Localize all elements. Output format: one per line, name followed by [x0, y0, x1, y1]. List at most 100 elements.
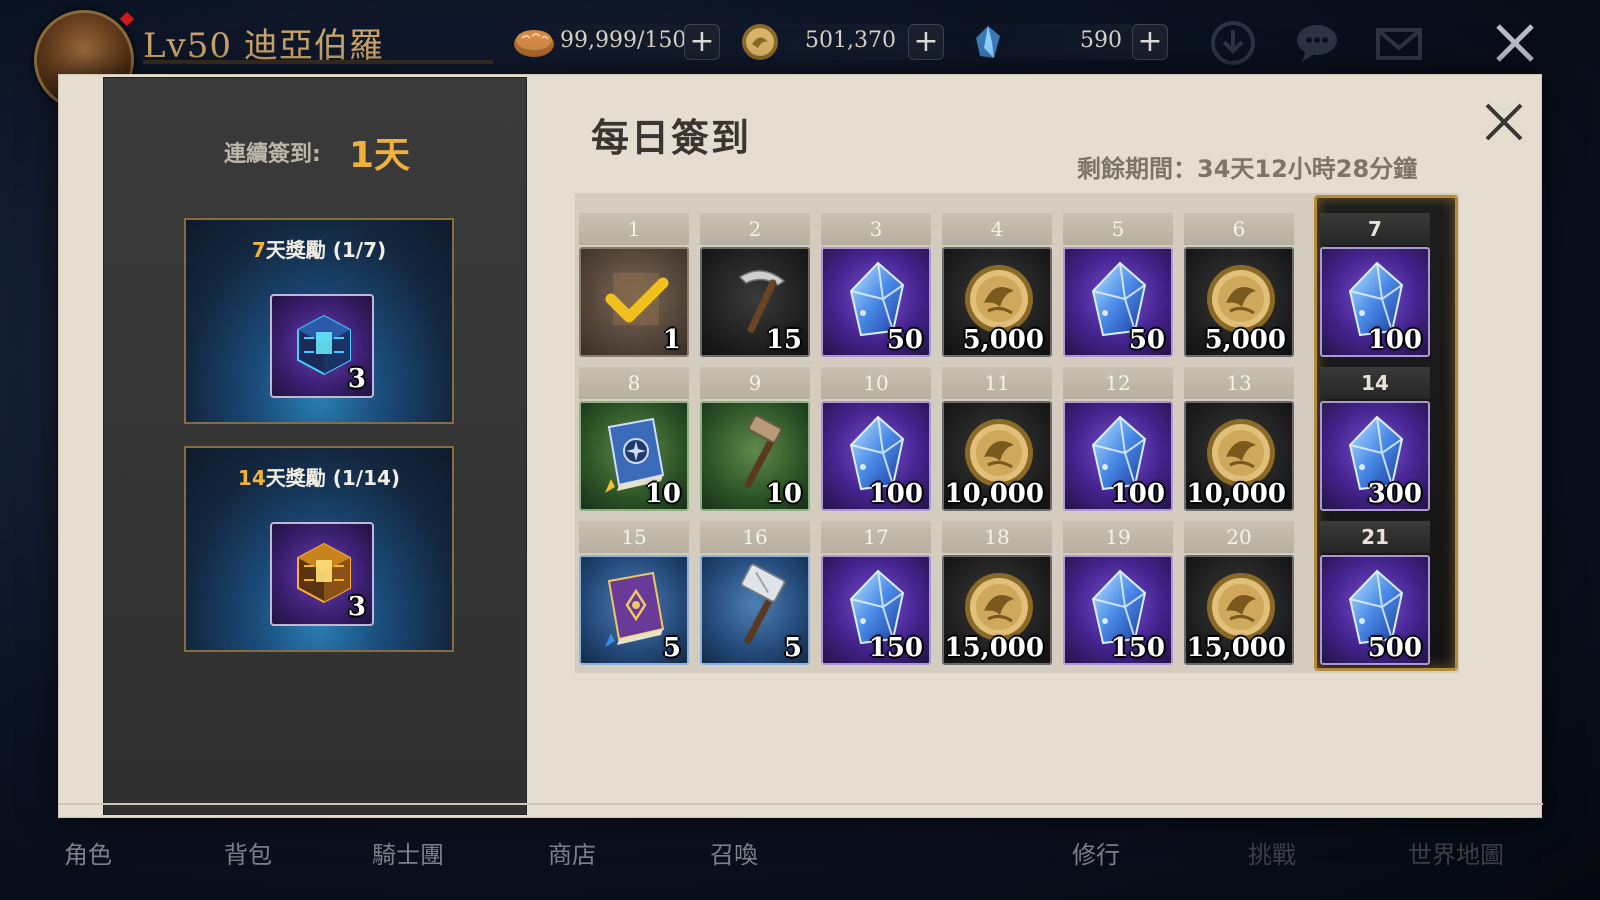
day-number: 2	[700, 213, 810, 245]
day-cell-8[interactable]: 8 10	[579, 367, 689, 511]
reward-quantity: 100	[1110, 479, 1165, 509]
day-cell-1[interactable]: 11	[579, 213, 689, 357]
day-cell-3[interactable]: 3 50	[821, 213, 931, 357]
day-cell-7[interactable]: 7 100	[1320, 213, 1430, 357]
reward-slot[interactable]: 10	[700, 401, 810, 511]
reward-quantity: 100	[868, 479, 923, 509]
divider	[59, 803, 1543, 805]
daily-checkin-modal: 連續簽到: 1天 7天獎勵 (1/7) 3 14天獎勵 (1/14) 3 每日簽…	[58, 74, 1543, 818]
blue-cube-icon	[297, 314, 351, 376]
download-icon[interactable]	[1208, 18, 1258, 68]
day-number: 3	[821, 213, 931, 245]
day-cell-19[interactable]: 19 150	[1063, 521, 1173, 665]
add-gold-button[interactable]: +	[908, 24, 944, 60]
day-cell-16[interactable]: 16 5	[700, 521, 810, 665]
nav-summon[interactable]: 召喚	[710, 835, 758, 870]
reward-quantity: 10	[765, 479, 802, 509]
reward-quantity: 50	[886, 325, 923, 355]
day-number: 14	[1320, 367, 1430, 399]
reward-quantity: 3	[347, 364, 366, 394]
reward-quantity: 5	[783, 633, 802, 663]
day-cell-17[interactable]: 17 150	[821, 521, 931, 665]
reward-slot[interactable]: 10,000	[942, 401, 1052, 511]
nav-knights[interactable]: 騎士團	[372, 835, 444, 870]
day-number: 21	[1320, 521, 1430, 553]
close-icon[interactable]	[1479, 97, 1529, 147]
reward-slot[interactable]: 100	[821, 401, 931, 511]
notification-dot	[119, 11, 135, 27]
reward-slot[interactable]: 10	[579, 401, 689, 511]
day-number: 1	[579, 213, 689, 245]
day-cell-13[interactable]: 13 10,000	[1184, 367, 1294, 511]
reward-quantity: 500	[1367, 633, 1422, 663]
add-gem-button[interactable]: +	[1132, 24, 1168, 60]
reward-slot[interactable]: 5	[700, 555, 810, 665]
day-cell-20[interactable]: 20 15,000	[1184, 521, 1294, 665]
reward-slot[interactable]: 100	[1320, 247, 1430, 357]
day-number: 9	[700, 367, 810, 399]
milestone-14-days[interactable]: 14天獎勵 (1/14) 3	[184, 446, 454, 652]
reward-quantity: 10,000	[944, 479, 1044, 509]
day-cell-12[interactable]: 12 100	[1063, 367, 1173, 511]
milestone-7-days[interactable]: 7天獎勵 (1/7) 3	[184, 218, 454, 424]
nav-challenge[interactable]: 挑戰	[1248, 835, 1296, 870]
reward-slot[interactable]: 5,000	[942, 247, 1052, 357]
nav-world-map[interactable]: 世界地圖	[1408, 835, 1504, 870]
milestone-progress: 天獎勵 (1/14)	[265, 466, 401, 490]
nav-inventory[interactable]: 背包	[224, 835, 272, 870]
day-number: 15	[579, 521, 689, 553]
day-number: 18	[942, 521, 1052, 553]
day-number: 6	[1184, 213, 1294, 245]
day-number: 4	[942, 213, 1052, 245]
reward-slot[interactable]: 50	[1063, 247, 1173, 357]
reward-slot[interactable]: 1	[579, 247, 689, 357]
nav-character[interactable]: 角色	[64, 835, 112, 870]
day-cell-4[interactable]: 4 5,000	[942, 213, 1052, 357]
streak-value: 1天	[349, 135, 411, 176]
close-icon[interactable]	[1490, 18, 1540, 68]
day-cell-11[interactable]: 11 10,000	[942, 367, 1052, 511]
top-hud: Lv50 迪亞伯羅 99,999/150 + 501,370 + 590 +	[0, 0, 1600, 110]
day-cell-9[interactable]: 9 10	[700, 367, 810, 511]
reward-slot[interactable]: 50	[821, 247, 931, 357]
reward-slot[interactable]: 150	[821, 555, 931, 665]
reward-slot[interactable]: 500	[1320, 555, 1430, 665]
milestone-reward-item[interactable]: 3	[270, 522, 374, 626]
day-cell-18[interactable]: 18 15,000	[942, 521, 1052, 665]
day-cell-14[interactable]: 14 300	[1320, 367, 1430, 511]
reward-slot[interactable]: 100	[1063, 401, 1173, 511]
reward-quantity: 50	[1128, 325, 1165, 355]
bread-icon	[514, 30, 554, 57]
streak-label: 連續簽到:	[224, 142, 321, 167]
day-cell-2[interactable]: 2 15	[700, 213, 810, 357]
reward-slot[interactable]: 10,000	[1184, 401, 1294, 511]
nav-shop[interactable]: 商店	[548, 835, 596, 870]
reward-slot[interactable]: 15,000	[1184, 555, 1294, 665]
reward-slot[interactable]: 5,000	[1184, 247, 1294, 357]
reward-slot[interactable]: 15	[700, 247, 810, 357]
day-cell-21[interactable]: 21 500	[1320, 521, 1430, 665]
remaining-time: 剩餘期間：34天12小時28分鐘	[1077, 155, 1418, 183]
crystal-icon	[976, 26, 1000, 58]
reward-quantity: 15,000	[1186, 633, 1286, 663]
day-cell-15[interactable]: 15 5	[579, 521, 689, 665]
reward-quantity: 5,000	[962, 325, 1044, 355]
mail-icon[interactable]	[1374, 18, 1424, 68]
nav-training[interactable]: 修行	[1072, 835, 1120, 870]
day-cell-5[interactable]: 5 50	[1063, 213, 1173, 357]
reward-slot[interactable]: 300	[1320, 401, 1430, 511]
day-number: 16	[700, 521, 810, 553]
reward-slot[interactable]: 15,000	[942, 555, 1052, 665]
day-cell-10[interactable]: 10 100	[821, 367, 931, 511]
reward-quantity: 10	[644, 479, 681, 509]
milestone-reward-item[interactable]: 3	[270, 294, 374, 398]
reward-quantity: 5,000	[1204, 325, 1286, 355]
day-number: 5	[1063, 213, 1173, 245]
reward-slot[interactable]: 5	[579, 555, 689, 665]
day-number: 10	[821, 367, 931, 399]
add-stamina-button[interactable]: +	[684, 24, 720, 60]
reward-slot[interactable]: 150	[1063, 555, 1173, 665]
day-cell-6[interactable]: 6 5,000	[1184, 213, 1294, 357]
gold-coin-icon	[742, 24, 778, 60]
chat-icon[interactable]	[1292, 18, 1342, 68]
